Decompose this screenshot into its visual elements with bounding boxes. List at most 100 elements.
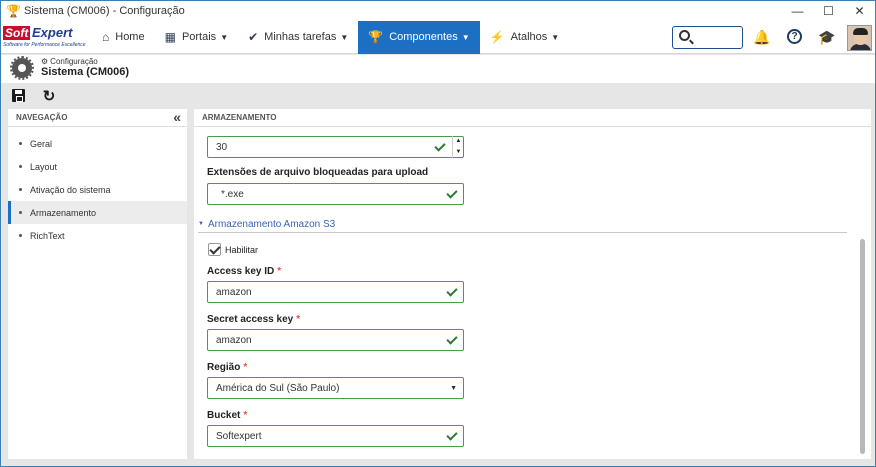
section-title-label: Armazenamento Amazon S3 — [207, 219, 336, 230]
softexpert-logo[interactable]: Soft Expert Software for Performance Exc… — [2, 21, 88, 54]
secret-key-label: Secret access key * — [207, 314, 300, 325]
required-icon: * — [296, 314, 301, 325]
sidebar-item-geral[interactable]: Geral — [8, 132, 187, 155]
lightning-icon: ⚡ — [489, 30, 505, 44]
breadcrumb-label: Configuração — [50, 57, 98, 66]
check-icon — [434, 142, 445, 150]
sidebar-item-label: Armazenamento — [30, 207, 97, 218]
window-title: Sistema (CM006) - Configuração — [24, 5, 185, 17]
nav-atalhos-label: Atalhos — [510, 31, 548, 43]
check-icon — [446, 431, 457, 439]
sidebar-item-richtext[interactable]: RichText — [8, 224, 187, 247]
access-key-value: amazon — [216, 287, 252, 298]
region-label: Região * — [207, 362, 247, 373]
bullet-icon — [19, 234, 22, 237]
chevron-down-icon: ▼ — [461, 32, 470, 42]
search-input[interactable] — [695, 29, 740, 46]
logo-tagline: Software for Performance Excellence — [3, 41, 86, 48]
sidebar-heading: NAVEGAÇÃO « — [8, 109, 187, 127]
page-header: ⚙ Configuração Sistema (CM006) — [1, 55, 875, 83]
spinner-down-icon[interactable]: ▼ — [453, 147, 464, 158]
spinner-up-icon[interactable]: ▲ — [453, 136, 464, 147]
size-value: 30 — [216, 142, 228, 153]
sidebar-item-label: Geral — [30, 138, 53, 149]
nav-home-label: Home — [115, 31, 145, 43]
search-box[interactable] — [672, 26, 743, 49]
nav-minhas-tarefas[interactable]: ✔ Minhas tarefas ▼ — [238, 21, 358, 54]
check-icon — [446, 287, 457, 295]
check-icon — [446, 335, 457, 343]
close-button[interactable]: ✕ — [844, 1, 875, 21]
size-field[interactable]: 30 — [207, 136, 464, 158]
avatar-hair — [853, 28, 868, 35]
check-icon — [446, 189, 457, 197]
enable-checkbox[interactable] — [208, 243, 221, 256]
nav-portais-label: Portais — [181, 31, 217, 43]
blocked-extensions-field[interactable]: *.exe — [207, 183, 464, 205]
trophy-icon: 🏆 — [6, 4, 21, 18]
sidebar: NAVEGAÇÃO « Geral Layout Ativação do sis… — [8, 109, 187, 459]
maximize-button[interactable]: ☐ — [813, 1, 844, 21]
section-amazon-s3[interactable]: ▼ Armazenamento Amazon S3 — [198, 219, 847, 233]
refresh-icon[interactable]: ↻ — [41, 88, 57, 105]
region-select[interactable]: América do Sul (São Paulo) ▼ — [207, 377, 464, 399]
bell-icon[interactable]: 🔔 — [753, 29, 770, 45]
nav-componentes[interactable]: 🏆 Componentes ▼ — [358, 20, 480, 54]
toolbar: ↻ — [1, 83, 875, 109]
bucket-field[interactable]: Softexpert — [207, 425, 464, 447]
secret-key-field[interactable]: amazon — [207, 329, 464, 351]
chevron-down-icon: ▼ — [340, 32, 349, 42]
graduation-cap-icon[interactable]: 🎓 — [818, 29, 835, 45]
vertical-scrollbar[interactable] — [860, 239, 865, 454]
app-window: 🏆 Sistema (CM006) - Configuração — ☐ ✕ S… — [0, 0, 876, 467]
bucket-value: Softexpert — [216, 431, 262, 442]
sidebar-item-armazenamento[interactable]: Armazenamento — [8, 201, 187, 224]
avatar-body — [850, 44, 871, 50]
bullet-icon — [19, 165, 22, 168]
bullet-icon — [19, 188, 22, 191]
required-icon: * — [243, 410, 248, 421]
title-bar: 🏆 Sistema (CM006) - Configuração — ☐ ✕ — [1, 1, 875, 21]
sidebar-heading-label: NAVEGAÇÃO — [16, 113, 68, 122]
collapse-icon[interactable]: « — [173, 110, 181, 124]
top-navbar: Soft Expert Software for Performance Exc… — [1, 20, 875, 54]
required-icon: * — [277, 266, 282, 277]
chevron-down-icon: ▼ — [551, 32, 560, 42]
page-title: Sistema (CM006) — [41, 66, 130, 78]
nav-minhas-tarefas-label: Minhas tarefas — [264, 31, 337, 43]
access-key-field[interactable]: amazon — [207, 281, 464, 303]
main-heading: ARMAZENAMENTO — [194, 109, 871, 127]
sidebar-item-layout[interactable]: Layout — [8, 155, 187, 178]
sidebar-list: Geral Layout Ativação do sistema Armazen… — [8, 127, 187, 247]
caret-down-icon: ▼ — [198, 221, 204, 227]
trophy-icon: 🏆 — [368, 30, 384, 44]
number-spinner[interactable]: ▲ ▼ — [452, 136, 464, 158]
bullet-icon — [19, 142, 22, 145]
required-icon: * — [243, 362, 248, 373]
blocked-extensions-value: *.exe — [221, 189, 244, 200]
nav-atalhos[interactable]: ⚡ Atalhos ▼ — [480, 21, 570, 54]
nav-home[interactable]: ⌂ Home — [92, 21, 155, 54]
region-value: América do Sul (São Paulo) — [216, 383, 340, 394]
help-icon[interactable]: ? — [787, 29, 802, 44]
sidebar-item-ativacao[interactable]: Ativação do sistema — [8, 178, 187, 201]
search-icon — [679, 30, 690, 41]
breadcrumb: ⚙ Configuração — [41, 57, 98, 66]
enable-checkbox-label: Habilitar — [225, 245, 259, 255]
sidebar-item-label: Ativação do sistema — [30, 184, 111, 195]
secret-key-label-text: Secret access key — [207, 314, 294, 325]
access-key-label: Access key ID * — [207, 266, 281, 277]
save-icon[interactable] — [12, 89, 25, 102]
chevron-down-icon: ▼ — [220, 32, 229, 42]
access-key-label-text: Access key ID — [207, 266, 275, 277]
dashboard-icon: ▦ — [164, 30, 176, 44]
logo-text-soft: Soft — [3, 25, 31, 40]
sidebar-item-label: Layout — [30, 161, 58, 172]
bucket-label: Bucket * — [207, 410, 247, 421]
gear-small-icon: ⚙ — [41, 57, 49, 66]
blocked-extensions-label: Extensões de arquivo bloqueadas para upl… — [207, 167, 429, 178]
nav-portais[interactable]: ▦ Portais ▼ — [155, 21, 239, 54]
chevron-down-icon: ▼ — [450, 385, 457, 392]
minimize-button[interactable]: — — [782, 1, 813, 21]
avatar[interactable] — [847, 25, 872, 51]
